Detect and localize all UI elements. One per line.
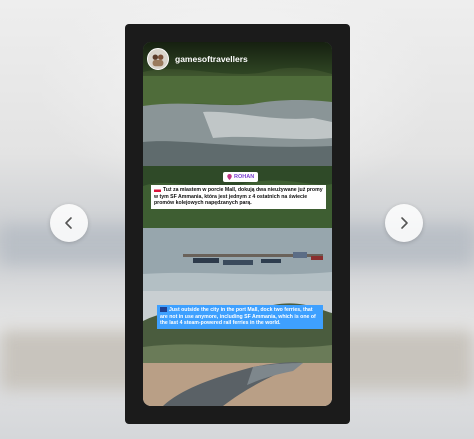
avatar[interactable] (147, 48, 169, 70)
chevron-right-icon (401, 217, 408, 229)
uk-flag-icon (160, 307, 167, 312)
next-story-button[interactable] (385, 204, 423, 242)
chevron-left-icon (65, 217, 72, 229)
location-sticker[interactable]: ROHAN (223, 172, 259, 182)
caption-polish-text: Tuż za miastem w porcie Mall, dokują dwa… (154, 187, 323, 207)
previous-story-button[interactable] (50, 204, 88, 242)
travellers-avatar-icon (152, 54, 164, 67)
location-pin-icon (227, 174, 232, 180)
caption-english: Just outside the city in the port Mall, … (157, 305, 323, 329)
story-viewer[interactable]: gamesoftravellers ROHAN Tuż za miastem w… (125, 24, 350, 424)
poland-flag-icon (154, 187, 161, 192)
caption-polish: Tuż za miastem w porcie Mall, dokują dwa… (151, 185, 326, 209)
caption-english-text: Just outside the city in the port Mall, … (160, 307, 316, 327)
story-frame[interactable]: gamesoftravellers ROHAN Tuż za miastem w… (143, 42, 332, 406)
story-username[interactable]: gamesoftravellers (175, 54, 248, 64)
location-label: ROHAN (234, 174, 255, 180)
story-header: gamesoftravellers (143, 42, 332, 76)
